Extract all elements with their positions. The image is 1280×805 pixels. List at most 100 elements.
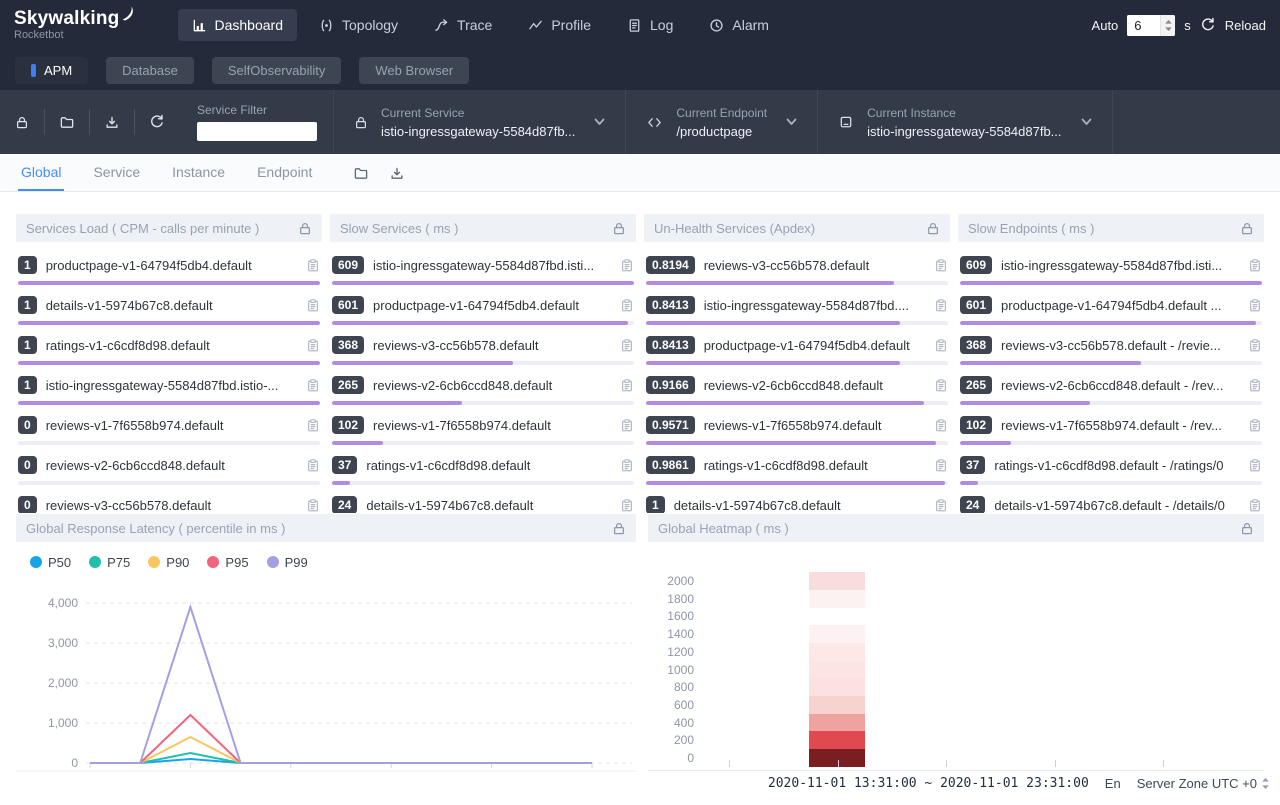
reload-button[interactable]: Reload bbox=[1225, 18, 1266, 33]
copy-icon[interactable] bbox=[1248, 258, 1262, 273]
nav-item-profile[interactable]: Profile bbox=[514, 9, 605, 41]
current-endpoint-value: /productpage bbox=[676, 124, 767, 139]
copy-icon[interactable] bbox=[620, 378, 634, 393]
nav-item-label: Alarm bbox=[732, 17, 769, 33]
copy-icon[interactable] bbox=[306, 338, 320, 353]
copy-icon[interactable] bbox=[934, 378, 948, 393]
copy-icon[interactable] bbox=[620, 338, 634, 353]
copy-icon[interactable] bbox=[1248, 458, 1262, 473]
legend-item-p90[interactable]: P90 bbox=[148, 555, 189, 570]
lock-icon[interactable] bbox=[612, 521, 626, 536]
lock-toggle-icon[interactable] bbox=[0, 115, 44, 130]
scope-tab-bar: Global Service Instance Endpoint bbox=[0, 154, 1280, 192]
service-name: istio-ingressgateway-5584d87fbd.isti... bbox=[1001, 258, 1239, 273]
group-tab-web-browser[interactable]: Web Browser bbox=[359, 57, 469, 84]
tab-endpoint[interactable]: Endpoint bbox=[254, 155, 315, 191]
service-filter-input[interactable] bbox=[197, 122, 317, 141]
import-template-icon[interactable] bbox=[45, 115, 89, 130]
copy-icon[interactable] bbox=[1248, 378, 1262, 393]
progress-track bbox=[646, 401, 948, 405]
progress-track bbox=[646, 321, 948, 325]
copy-icon[interactable] bbox=[1248, 498, 1262, 513]
value-badge: 601 bbox=[332, 296, 364, 314]
copy-icon[interactable] bbox=[1248, 418, 1262, 433]
value-badge: 1 bbox=[18, 376, 37, 394]
copy-icon[interactable] bbox=[620, 498, 634, 513]
current-instance-selector[interactable]: Current Instance istio-ingressgateway-55… bbox=[818, 106, 1111, 139]
copy-icon[interactable] bbox=[934, 458, 948, 473]
progress-bar bbox=[646, 361, 900, 365]
value-badge: 0.9166 bbox=[646, 376, 695, 394]
copy-icon[interactable] bbox=[1248, 298, 1262, 313]
copy-icon[interactable] bbox=[306, 498, 320, 513]
nav-item-alarm[interactable]: Alarm bbox=[695, 9, 783, 41]
sync-icon[interactable] bbox=[135, 114, 179, 130]
legend-item-p99[interactable]: P99 bbox=[267, 555, 308, 570]
progress-bar bbox=[332, 281, 634, 285]
heatmap-cell bbox=[809, 731, 865, 749]
legend-item-p75[interactable]: P75 bbox=[89, 555, 130, 570]
lock-icon[interactable] bbox=[1240, 521, 1254, 536]
group-tab-database[interactable]: Database bbox=[106, 57, 194, 84]
copy-icon[interactable] bbox=[934, 338, 948, 353]
copy-icon[interactable] bbox=[620, 298, 634, 313]
endpoint-code-icon bbox=[646, 115, 663, 130]
skywalking-logo[interactable]: Skywalking Rocketbot bbox=[14, 10, 134, 41]
copy-icon[interactable] bbox=[1248, 338, 1262, 353]
tab-instance[interactable]: Instance bbox=[169, 155, 228, 191]
download-icon[interactable] bbox=[389, 166, 405, 181]
chart-icon bbox=[192, 18, 207, 33]
group-tab-selfobservability[interactable]: SelfObservability bbox=[212, 57, 342, 84]
current-service-selector[interactable]: Current Service istio-ingressgateway-558… bbox=[334, 106, 625, 139]
legend-item-p95[interactable]: P95 bbox=[207, 555, 248, 570]
copy-icon[interactable] bbox=[306, 378, 320, 393]
group-tab-apm[interactable]: APM bbox=[15, 57, 88, 84]
heatmap-x-tick bbox=[729, 760, 730, 767]
lock-icon[interactable] bbox=[926, 221, 940, 236]
copy-icon[interactable] bbox=[620, 418, 634, 433]
svg-text:1,000: 1,000 bbox=[48, 716, 78, 730]
copy-icon[interactable] bbox=[306, 298, 320, 313]
auto-refresh-stepper[interactable] bbox=[1160, 15, 1175, 36]
copy-icon[interactable] bbox=[620, 458, 634, 473]
tab-global[interactable]: Global bbox=[18, 155, 64, 191]
list-item: 37ratings-v1-c6cdf8d98.default - /rating… bbox=[960, 455, 1262, 485]
lock-icon[interactable] bbox=[612, 221, 626, 236]
progress-bar bbox=[18, 321, 320, 325]
nav-item-trace[interactable]: Trace bbox=[420, 9, 506, 41]
current-service-label: Current Service bbox=[381, 106, 575, 120]
nav-item-log[interactable]: Log bbox=[613, 9, 687, 41]
value-badge: 0.8194 bbox=[646, 256, 695, 274]
list-item-line: 0.9861ratings-v1-c6cdf8d98.default bbox=[646, 455, 948, 475]
legend-item-p50[interactable]: P50 bbox=[30, 555, 71, 570]
value-badge: 102 bbox=[960, 416, 992, 434]
legend-dot bbox=[267, 556, 279, 568]
lock-icon[interactable] bbox=[298, 221, 312, 236]
folder-icon[interactable] bbox=[353, 166, 369, 181]
export-template-icon[interactable] bbox=[90, 115, 134, 130]
nav-item-dashboard[interactable]: Dashboard bbox=[178, 9, 298, 41]
nav-item-topology[interactable]: Topology bbox=[305, 9, 412, 41]
tab-service[interactable]: Service bbox=[90, 155, 143, 191]
lock-icon[interactable] bbox=[1240, 221, 1254, 236]
progress-bar bbox=[18, 361, 320, 365]
server-zone-control[interactable]: Server Zone UTC +0 bbox=[1137, 776, 1270, 791]
legend-dot bbox=[148, 556, 160, 568]
reload-icon[interactable] bbox=[1200, 17, 1216, 33]
copy-icon[interactable] bbox=[934, 498, 948, 513]
auto-refresh-input[interactable] bbox=[1127, 15, 1160, 36]
service-lock-icon bbox=[354, 115, 368, 130]
language-switch[interactable]: En bbox=[1105, 776, 1121, 791]
progress-track bbox=[332, 441, 634, 445]
heatmap-cell bbox=[809, 678, 865, 696]
copy-icon[interactable] bbox=[306, 458, 320, 473]
copy-icon[interactable] bbox=[934, 298, 948, 313]
heatmap-y-tick: 400 bbox=[648, 715, 694, 731]
copy-icon[interactable] bbox=[306, 258, 320, 273]
time-range-picker[interactable]: 2020-11-01 13:31:00 ~ 2020-11-01 23:31:0… bbox=[768, 776, 1089, 791]
copy-icon[interactable] bbox=[620, 258, 634, 273]
copy-icon[interactable] bbox=[306, 418, 320, 433]
current-endpoint-selector[interactable]: Current Endpoint /productpage bbox=[626, 106, 817, 139]
copy-icon[interactable] bbox=[934, 258, 948, 273]
copy-icon[interactable] bbox=[934, 418, 948, 433]
